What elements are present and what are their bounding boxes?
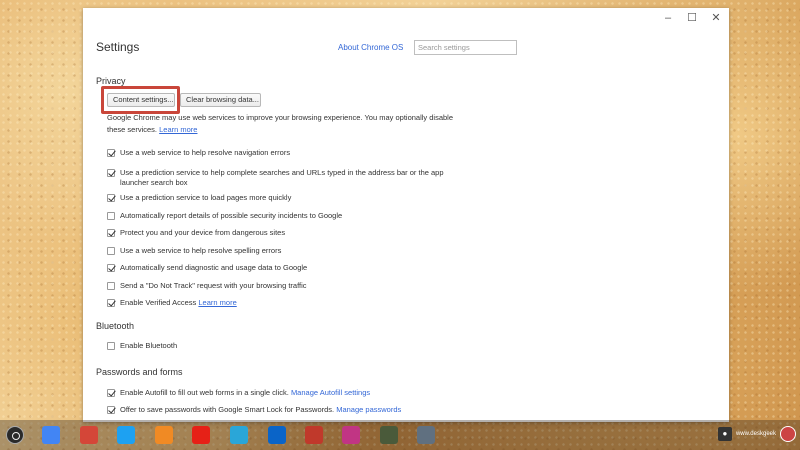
content-settings-button[interactable]: Content settings... — [107, 93, 175, 107]
enable-bluetooth-checkbox[interactable] — [107, 342, 115, 350]
manage-autofill-link[interactable]: Manage Autofill settings — [291, 388, 370, 397]
search-settings-input[interactable] — [414, 40, 517, 55]
maximize-icon[interactable]: ☐ — [687, 12, 697, 24]
privacy-option-text: Automatically report details of possible… — [120, 211, 343, 220]
privacy-option-label: Use a prediction service to help complet… — [120, 168, 465, 188]
privacy-option-checkbox[interactable] — [107, 194, 115, 202]
privacy-option-checkbox[interactable] — [107, 282, 115, 290]
privacy-option-text: Send a "Do Not Track" request with your … — [120, 281, 307, 290]
page-title: Settings — [96, 40, 140, 54]
privacy-option[interactable]: Automatically report details of possible… — [107, 211, 465, 221]
privacy-option-label: Automatically report details of possible… — [120, 211, 465, 221]
window-controls: – ☐ ✕ — [663, 12, 721, 24]
privacy-option-label: Automatically send diagnostic and usage … — [120, 263, 465, 273]
notification-icon[interactable]: ● — [717, 427, 732, 441]
privacy-option-checkbox[interactable] — [107, 212, 115, 220]
privacy-option-label: Enable Verified Access Learn more — [120, 298, 465, 308]
privacy-learn-more-link[interactable]: Learn more — [159, 125, 197, 134]
status-tray[interactable]: ● www.deskgeek — [717, 426, 796, 442]
privacy-option[interactable]: Enable Verified Access Learn more — [107, 298, 465, 308]
privacy-option-label: Use a prediction service to load pages m… — [120, 193, 465, 203]
privacy-option-checkbox[interactable] — [107, 247, 115, 255]
android-app-icon[interactable] — [380, 426, 398, 444]
privacy-option[interactable]: Use a web service to help resolve naviga… — [107, 148, 465, 158]
avatar[interactable] — [780, 426, 796, 442]
gmail-icon[interactable] — [80, 426, 98, 444]
privacy-option[interactable]: Use a web service to help resolve spelli… — [107, 246, 465, 256]
privacy-option[interactable]: Automatically send diagnostic and usage … — [107, 263, 465, 273]
privacy-option-text: Use a web service to help resolve naviga… — [120, 148, 291, 157]
privacy-option-text: Protect you and your device from dangero… — [120, 228, 286, 237]
bluetooth-section-title: Bluetooth — [96, 321, 135, 331]
settings-app-icon[interactable] — [417, 426, 435, 444]
smart-lock-label: Offer to save passwords with Google Smar… — [120, 405, 401, 415]
title-bar[interactable]: – ☐ ✕ — [83, 8, 729, 30]
privacy-option-text: Use a web service to help resolve spelli… — [120, 246, 282, 255]
privacy-option-label: Send a "Do Not Track" request with your … — [120, 281, 465, 291]
smart-lock-checkbox[interactable] — [107, 406, 115, 414]
chrome-icon[interactable] — [42, 426, 60, 444]
privacy-option-text: Use a prediction service to load pages m… — [120, 193, 292, 202]
clear-browsing-data-button[interactable]: Clear browsing data... — [180, 93, 261, 107]
autofill-checkbox[interactable] — [107, 389, 115, 397]
smart-lock-option[interactable]: Offer to save passwords with Google Smar… — [107, 405, 401, 415]
privacy-option-text: Automatically send diagnostic and usage … — [120, 263, 308, 272]
minimize-icon[interactable]: – — [663, 12, 673, 24]
passwords-section-title: Passwords and forms — [96, 367, 183, 377]
verified-access-learn-more-link[interactable]: Learn more — [198, 298, 236, 307]
privacy-option-checkbox[interactable] — [107, 299, 115, 307]
settings-window: – ☐ ✕ Settings About Chrome OS Privacy C… — [83, 8, 729, 422]
onedrive-icon[interactable] — [268, 426, 286, 444]
privacy-option-label: Protect you and your device from dangero… — [120, 228, 465, 238]
bluetooth-option[interactable]: Enable Bluetooth — [107, 341, 177, 351]
privacy-option-label: Use a web service to help resolve spelli… — [120, 246, 465, 256]
camera-icon[interactable] — [230, 426, 248, 444]
youtube-icon[interactable] — [192, 426, 210, 444]
privacy-option-checkbox[interactable] — [107, 229, 115, 237]
twitter-icon[interactable] — [117, 426, 135, 444]
tray-status-text: www.deskgeek — [735, 431, 776, 437]
privacy-option-text: Enable Verified Access — [120, 298, 197, 307]
smart-lock-label-text: Offer to save passwords with Google Smar… — [120, 405, 335, 414]
autofill-option[interactable]: Enable Autofill to fill out web forms in… — [107, 388, 370, 398]
about-chrome-os-link[interactable]: About Chrome OS — [338, 43, 403, 52]
privacy-description: Google Chrome may use web services to im… — [107, 112, 467, 136]
close-icon[interactable]: ✕ — [711, 12, 721, 24]
enable-bluetooth-label: Enable Bluetooth — [120, 341, 178, 350]
privacy-option[interactable]: Protect you and your device from dangero… — [107, 228, 465, 238]
instagram-icon[interactable] — [342, 426, 360, 444]
shelf: ● www.deskgeek — [0, 420, 800, 450]
autofill-label-text: Enable Autofill to fill out web forms in… — [120, 388, 289, 397]
privacy-option[interactable]: Send a "Do Not Track" request with your … — [107, 281, 465, 291]
privacy-section-title: Privacy — [96, 76, 126, 86]
game-icon[interactable] — [305, 426, 323, 444]
privacy-option-checkbox[interactable] — [107, 169, 115, 177]
privacy-option-checkbox[interactable] — [107, 149, 115, 157]
manage-passwords-link[interactable]: Manage passwords — [336, 405, 401, 414]
autofill-label: Enable Autofill to fill out web forms in… — [120, 388, 370, 398]
privacy-option-label: Use a web service to help resolve naviga… — [120, 148, 465, 158]
privacy-option-text: Use a prediction service to help complet… — [120, 168, 444, 187]
privacy-option-checkbox[interactable] — [107, 264, 115, 272]
pocket-icon[interactable] — [155, 426, 173, 444]
privacy-option[interactable]: Use a prediction service to help complet… — [107, 168, 465, 188]
launcher-icon[interactable] — [6, 426, 24, 444]
privacy-option[interactable]: Use a prediction service to load pages m… — [107, 193, 465, 203]
